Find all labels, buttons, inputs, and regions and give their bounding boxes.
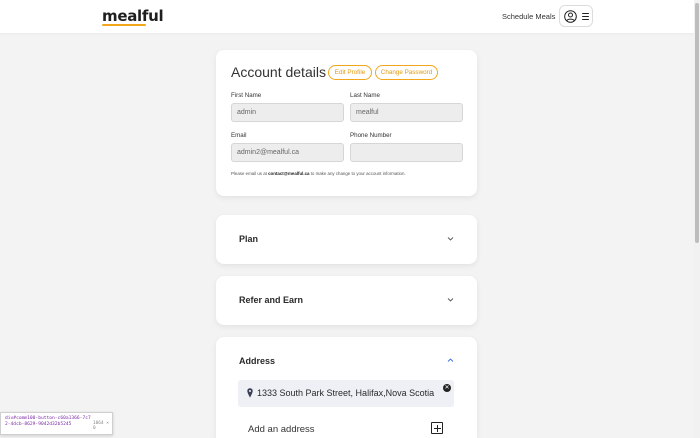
tooltip-dimensions-text: 1064 × 0	[93, 421, 109, 431]
email-label: Email	[231, 132, 247, 139]
close-circle-icon[interactable]: ✕	[443, 384, 451, 392]
phone-number-label: Phone Number	[350, 132, 392, 139]
element-inspector-tooltip: div#comm100-button-c60a1366-7c72-4dcb-86…	[0, 412, 113, 435]
edit-profile-button[interactable]: Edit Profile	[328, 65, 372, 80]
chevron-down-icon[interactable]	[447, 235, 454, 242]
chevron-up-icon[interactable]	[447, 357, 454, 364]
last-name-field[interactable]: mealful	[350, 103, 463, 122]
page-scrollbar[interactable]	[694, 0, 700, 438]
change-password-button[interactable]: Change Password	[375, 65, 438, 80]
add-address-label[interactable]: Add an address	[248, 424, 315, 435]
account-details-title: Account details	[231, 64, 326, 80]
user-circle-icon	[564, 10, 577, 23]
user-menu-button[interactable]	[559, 5, 593, 27]
note-suffix: to make any change to your account infor…	[309, 171, 406, 176]
email-field[interactable]: admin2@mealful.ca	[231, 143, 344, 162]
plan-title: Plan	[239, 234, 259, 244]
contact-email-link[interactable]: contact@mealful.ca	[268, 171, 309, 176]
chevron-down-icon[interactable]	[447, 296, 454, 303]
refer-and-earn-title: Refer and Earn	[239, 295, 304, 305]
note-prefix: Please email us at	[231, 171, 269, 176]
last-name-label: Last Name	[350, 92, 380, 99]
top-navbar: mealful Schedule Meals	[0, 0, 700, 33]
tooltip-selector-text: div#comm100-button-c60a1366-7c72-4dcb-86…	[5, 416, 91, 427]
map-pin-icon	[247, 388, 253, 398]
scrollbar-thumb[interactable]	[695, 3, 699, 243]
first-name-label: First Name	[231, 92, 262, 99]
address-list-item[interactable]: 1333 South Park Street, Halifax,Nova Sco…	[238, 380, 454, 407]
hamburger-icon	[582, 13, 589, 21]
account-details-card: Account details Edit Profile Change Pass…	[216, 50, 477, 196]
schedule-meals-link[interactable]: Schedule Meals	[502, 12, 555, 21]
address-title: Address	[239, 356, 276, 366]
address-text: 1333 South Park Street, Halifax,Nova Sco…	[257, 388, 435, 398]
logo-underline	[102, 24, 146, 26]
plan-section[interactable]: Plan	[216, 215, 477, 264]
phone-number-field[interactable]	[350, 143, 463, 162]
refer-and-earn-section[interactable]: Refer and Earn	[216, 276, 477, 325]
account-change-note: Please email us at contact@mealful.ca to…	[231, 171, 406, 176]
address-section: Address 1333 South Park Street, Halifax,…	[216, 337, 477, 438]
first-name-field[interactable]: admin	[231, 103, 344, 122]
plus-square-icon[interactable]	[431, 422, 443, 434]
mealful-logo[interactable]: mealful	[102, 7, 164, 25]
